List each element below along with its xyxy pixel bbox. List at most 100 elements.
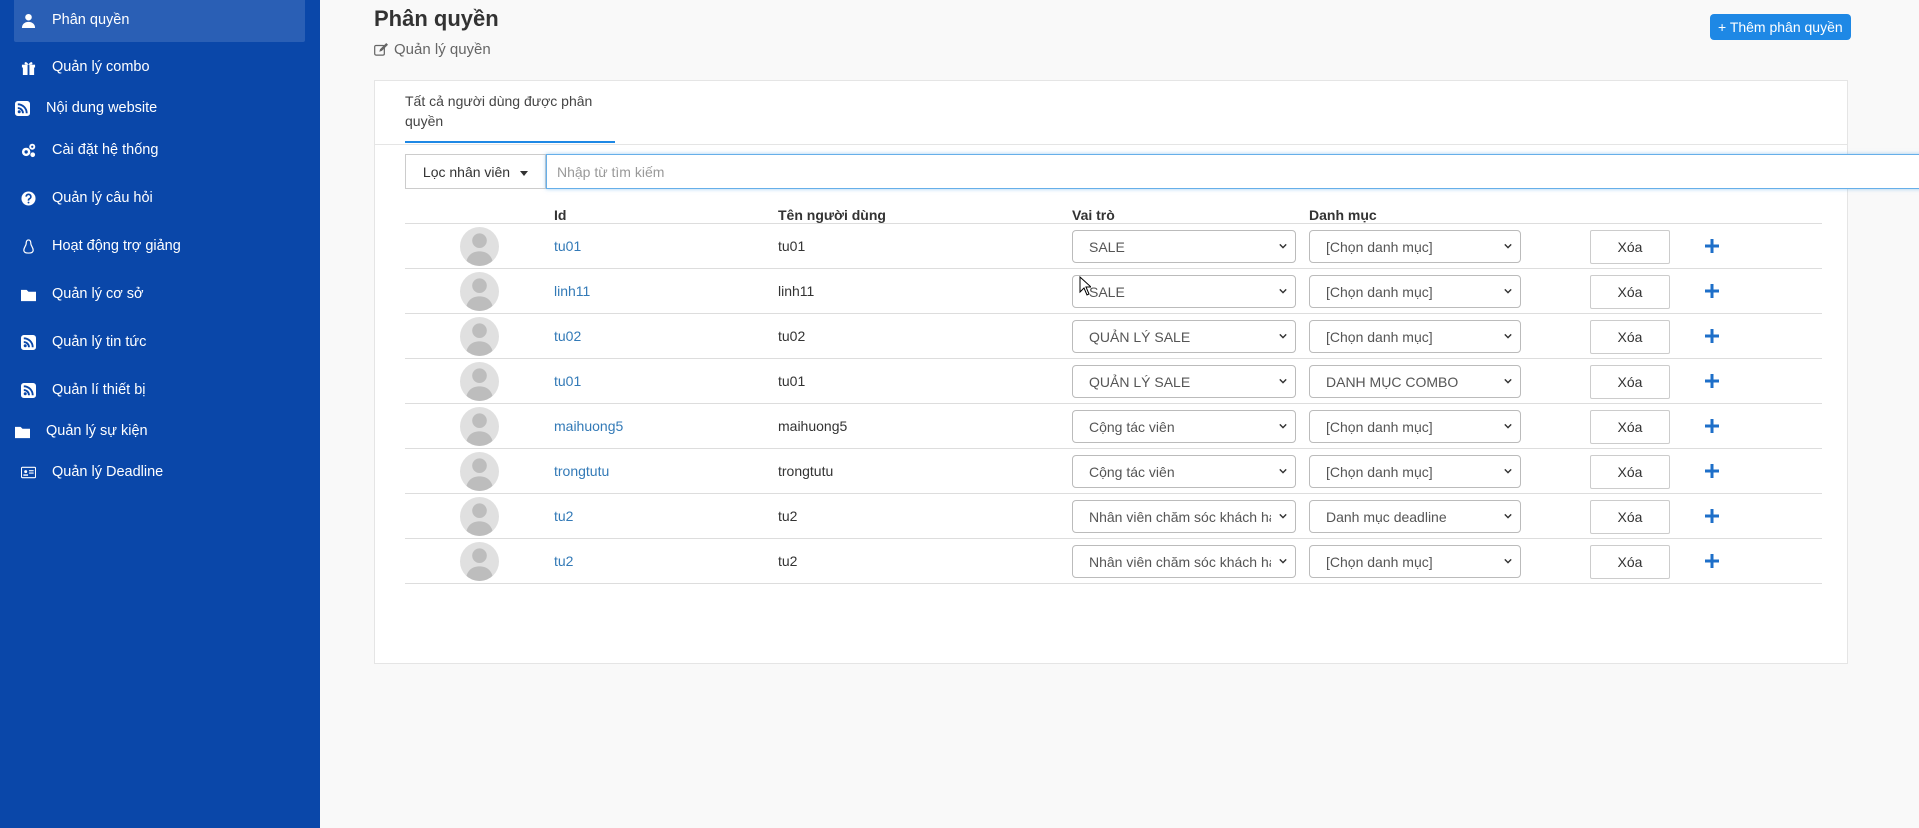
avatar <box>460 317 499 356</box>
role-select[interactable]: Nhân viên chăm sóc khách hàng <box>1072 500 1296 533</box>
plus-icon[interactable] <box>1705 419 1719 433</box>
category-select-value: [Chọn danh mục] <box>1326 418 1433 435</box>
filter-staff-dropdown[interactable]: Lọc nhân viên <box>405 154 546 189</box>
table-row: tu01 tu01 QUẢN LÝ SALE DANH MỤC COMBO Xóa <box>405 359 1822 404</box>
category-select[interactable]: Danh mục deadline <box>1309 500 1521 533</box>
plus-icon[interactable] <box>1705 374 1719 388</box>
column-header-role: Vai trò <box>1072 207 1115 223</box>
delete-button[interactable]: Xóa <box>1590 410 1670 444</box>
column-header-username: Tên người dùng <box>778 207 886 223</box>
category-select[interactable]: [Chọn danh mục] <box>1309 230 1521 263</box>
role-select-value: Nhân viên chăm sóc khách hàng <box>1089 508 1271 525</box>
sidebar-item-quan-ly-su-kien[interactable]: Quản lý sự kiện <box>14 409 305 453</box>
user-name: maihuong5 <box>778 418 848 434</box>
tab-divider <box>375 144 1847 145</box>
category-select[interactable]: [Chọn danh mục] <box>1309 410 1521 443</box>
chevron-down-icon <box>1504 468 1512 474</box>
role-select-value: SALE <box>1089 283 1125 300</box>
chevron-down-icon <box>1504 288 1512 294</box>
user-name: tu2 <box>778 508 798 524</box>
chevron-down-icon <box>1504 378 1512 384</box>
role-select[interactable]: QUẢN LÝ SALE <box>1072 320 1296 353</box>
delete-button[interactable]: Xóa <box>1590 500 1670 534</box>
role-select[interactable]: Cộng tác viên <box>1072 455 1296 488</box>
delete-button[interactable]: Xóa <box>1590 230 1670 264</box>
sidebar-item-label: Phân quyền <box>52 12 130 28</box>
user-id-link[interactable]: tu2 <box>554 508 573 524</box>
role-select[interactable]: Cộng tác viên <box>1072 410 1296 443</box>
role-select-value: Nhân viên chăm sóc khách hàng <box>1089 553 1271 570</box>
delete-button[interactable]: Xóa <box>1590 455 1670 489</box>
category-select[interactable]: DANH MỤC COMBO <box>1309 365 1521 398</box>
sidebar-item-noi-dung-website[interactable]: Nội dung website <box>14 86 305 130</box>
rss-icon <box>20 334 36 350</box>
sidebar-item-phan-quyen[interactable]: Phân quyền <box>14 0 305 42</box>
page-subtitle: Quản lý quyền <box>374 41 491 58</box>
table-row: tu01 tu01 SALE [Chọn danh mục] Xóa <box>405 224 1822 269</box>
plus-icon[interactable] <box>1705 329 1719 343</box>
role-select[interactable]: QUẢN LÝ SALE <box>1072 365 1296 398</box>
plus-icon[interactable] <box>1705 464 1719 478</box>
table-row: linh11 linh11 SALE [Chọn danh mục] Xóa <box>405 269 1822 314</box>
rss-icon <box>14 100 30 116</box>
page-title: Phân quyền <box>374 6 499 31</box>
plus-icon[interactable] <box>1705 284 1719 298</box>
user-id-link[interactable]: tu01 <box>554 238 581 254</box>
gift-icon <box>20 59 36 75</box>
role-select-value: QUẢN LÝ SALE <box>1089 328 1191 345</box>
user-name: tu01 <box>778 238 806 254</box>
gears-icon <box>20 142 36 158</box>
user-id-link[interactable]: tu02 <box>554 328 581 344</box>
delete-button[interactable]: Xóa <box>1590 365 1670 399</box>
folder-icon <box>14 423 30 439</box>
id-card-icon <box>20 464 36 480</box>
tab-all-users[interactable]: Tất cả người dùng được phân quyền <box>405 81 615 143</box>
delete-button[interactable]: Xóa <box>1590 545 1670 579</box>
plus-icon[interactable] <box>1705 239 1719 253</box>
permissions-card: Tất cả người dùng được phân quyền Lọc nh… <box>374 80 1919 664</box>
user-id-link[interactable]: tu01 <box>554 373 581 389</box>
role-select[interactable]: SALE <box>1072 230 1296 263</box>
role-select[interactable]: Nhân viên chăm sóc khách hàng <box>1072 545 1296 578</box>
chevron-down-icon <box>1504 513 1512 519</box>
chevron-down-icon <box>1279 288 1287 294</box>
plus-icon[interactable] <box>1705 554 1719 568</box>
avatar <box>460 452 499 491</box>
sidebar-item-quan-ly-tin-tuc[interactable]: Quản lý tin tức <box>14 320 305 364</box>
sidebar-item-quan-li-thiet-bi[interactable]: Quản lí thiết bị <box>14 368 305 412</box>
category-select[interactable]: [Chọn danh mục] <box>1309 320 1521 353</box>
plus-icon[interactable] <box>1705 509 1719 523</box>
chevron-down-icon <box>1279 558 1287 564</box>
role-select[interactable]: SALE <box>1072 275 1296 308</box>
chevron-down-icon <box>1279 513 1287 519</box>
column-header-category: Danh mục <box>1309 207 1377 223</box>
add-permission-button[interactable]: + Thêm phân quyền <box>1710 14 1851 40</box>
chevron-down-icon <box>1504 423 1512 429</box>
user-id-link[interactable]: linh11 <box>554 283 590 299</box>
sidebar-item-quan-ly-cau-hoi[interactable]: Quản lý câu hỏi <box>14 176 305 220</box>
delete-button[interactable]: Xóa <box>1590 275 1670 309</box>
delete-button[interactable]: Xóa <box>1590 320 1670 354</box>
user-id-link[interactable]: maihuong5 <box>554 418 623 434</box>
sidebar-item-label: Quản lý câu hỏi <box>52 190 153 206</box>
category-select[interactable]: [Chọn danh mục] <box>1309 545 1521 578</box>
sidebar-item-cai-dat-he-thong[interactable]: Cài đặt hệ thống <box>14 128 305 172</box>
chevron-down-icon <box>1504 558 1512 564</box>
category-select[interactable]: [Chọn danh mục] <box>1309 275 1521 308</box>
table-row: tu2 tu2 Nhân viên chăm sóc khách hàng [Chọn… <box>405 539 1822 584</box>
sidebar-item-quan-ly-co-so[interactable]: Quản lý cơ sở <box>14 272 305 316</box>
user-id-link[interactable]: trongtutu <box>554 463 609 479</box>
category-select-value: [Chọn danh mục] <box>1326 238 1433 255</box>
search-input[interactable] <box>546 154 1919 189</box>
user-id-link[interactable]: tu2 <box>554 553 573 569</box>
category-select-value: DANH MỤC COMBO <box>1326 373 1459 390</box>
table-row: tu2 tu2 Nhân viên chăm sóc khách hàng Danh … <box>405 494 1822 539</box>
column-header-id: Id <box>554 207 567 223</box>
sidebar-item-quan-ly-deadline[interactable]: Quản lý Deadline <box>14 450 305 494</box>
avatar <box>460 362 499 401</box>
category-select-value: [Chọn danh mục] <box>1326 328 1433 345</box>
sidebar-item-quan-ly-combo[interactable]: Quản lý combo <box>14 45 305 89</box>
sidebar-item-label: Quản lý tin tức <box>52 334 147 350</box>
sidebar-item-hoat-dong-tro-giang[interactable]: Hoạt động trợ giảng <box>14 224 305 268</box>
category-select[interactable]: [Chọn danh mục] <box>1309 455 1521 488</box>
